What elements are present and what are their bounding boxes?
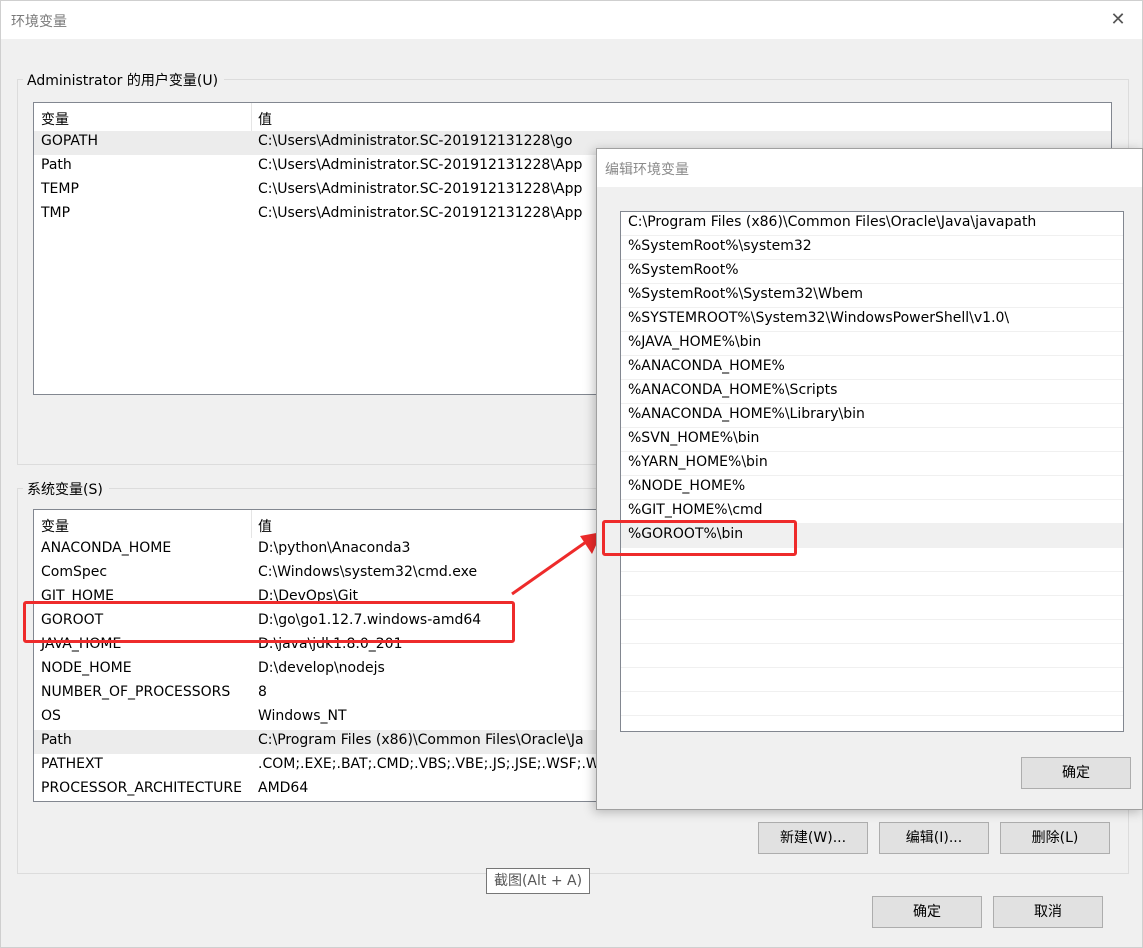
path-entry: %YARN_HOME%\bin bbox=[628, 454, 768, 470]
path-entry: %SVN_HOME%\bin bbox=[628, 430, 760, 446]
list-item[interactable]: %SystemRoot%\system32 bbox=[621, 236, 1123, 260]
variable-value: C:\Users\Administrator.SC-201912131228\A… bbox=[258, 157, 583, 173]
variable-value: C:\Users\Administrator.SC-201912131228\g… bbox=[258, 133, 573, 149]
list-item[interactable]: %ANACONDA_HOME%\Library\bin bbox=[621, 404, 1123, 428]
variable-name: GOPATH bbox=[41, 133, 98, 149]
cancel-button[interactable]: 取消 bbox=[993, 896, 1103, 928]
new-variable-button[interactable]: 新建(W)... bbox=[758, 822, 868, 854]
edit-environment-variable-dialog: 编辑环境变量 C:\Program Files (x86)\Common Fil… bbox=[596, 148, 1143, 810]
variable-value: 8 bbox=[258, 684, 267, 700]
path-entry: %GIT_HOME%\cmd bbox=[628, 502, 763, 518]
column-header-value[interactable]: 值 bbox=[258, 109, 272, 129]
variable-name: PATHEXT bbox=[41, 756, 103, 772]
annotation-arrow bbox=[511, 532, 602, 596]
path-entry: %JAVA_HOME%\bin bbox=[628, 334, 762, 350]
variable-name: ComSpec bbox=[41, 564, 108, 580]
system-variables-label: 系统变量(S) bbox=[23, 479, 109, 499]
list-item[interactable]: %YARN_HOME%\bin bbox=[621, 452, 1123, 476]
list-item[interactable]: %ANACONDA_HOME%\Scripts bbox=[621, 380, 1123, 404]
list-item[interactable]: %SYSTEMROOT%\System32\WindowsPowerShell\… bbox=[621, 308, 1123, 332]
variable-value: C:\Program Files (x86)\Common Files\Orac… bbox=[258, 732, 584, 748]
delete-variable-button[interactable]: 删除(L) bbox=[1000, 822, 1110, 854]
list-item[interactable]: %JAVA_HOME%\bin bbox=[621, 332, 1123, 356]
variable-name: PROCESSOR_ARCHITECTURE bbox=[41, 780, 242, 796]
variable-name: Path bbox=[41, 157, 72, 173]
path-entries-list[interactable]: C:\Program Files (x86)\Common Files\Orac… bbox=[620, 211, 1124, 732]
user-variables-label: Administrator 的用户变量(U) bbox=[23, 70, 225, 90]
empty-list-item[interactable] bbox=[621, 668, 1123, 692]
variable-value: D:\python\Anaconda3 bbox=[258, 540, 411, 556]
variable-value: C:\Windows\system32\cmd.exe bbox=[258, 564, 478, 580]
variable-value: C:\Users\Administrator.SC-201912131228\A… bbox=[258, 181, 583, 197]
variable-name: ANACONDA_HOME bbox=[41, 540, 172, 556]
variable-name: NODE_HOME bbox=[41, 660, 132, 676]
variable-value: C:\Users\Administrator.SC-201912131228\A… bbox=[258, 205, 583, 221]
empty-list-item[interactable] bbox=[621, 692, 1123, 716]
column-separator[interactable] bbox=[251, 510, 252, 538]
column-separator[interactable] bbox=[251, 103, 252, 131]
list-item[interactable]: %NODE_HOME% bbox=[621, 476, 1123, 500]
variable-value: D:\develop\nodejs bbox=[258, 660, 385, 676]
window-title: 环境变量 bbox=[11, 14, 67, 30]
goroot-bin-highlight-box bbox=[602, 520, 797, 556]
path-entry: %NODE_HOME% bbox=[628, 478, 746, 494]
empty-list-item[interactable] bbox=[621, 596, 1123, 620]
close-icon[interactable]: ✕ bbox=[1108, 9, 1128, 31]
ok-button[interactable]: 确定 bbox=[872, 896, 982, 928]
variable-name: OS bbox=[41, 708, 61, 724]
path-entry: %SystemRoot% bbox=[628, 262, 739, 278]
variable-name: Path bbox=[41, 732, 72, 748]
column-header-variable[interactable]: 变量 bbox=[41, 109, 69, 129]
path-entry: %ANACONDA_HOME%\Scripts bbox=[628, 382, 838, 398]
goroot-highlight-box bbox=[23, 601, 515, 643]
variable-value: AMD64 bbox=[258, 780, 309, 796]
edit-variable-button[interactable]: 编辑(I)... bbox=[879, 822, 989, 854]
list-item[interactable]: %SystemRoot% bbox=[621, 260, 1123, 284]
column-header-value[interactable]: 值 bbox=[258, 516, 272, 536]
list-item[interactable]: C:\Program Files (x86)\Common Files\Orac… bbox=[621, 212, 1123, 236]
variable-value: Windows_NT bbox=[258, 708, 347, 724]
empty-list-item[interactable] bbox=[621, 644, 1123, 668]
dialog-title: 编辑环境变量 bbox=[605, 162, 689, 178]
empty-list-item[interactable] bbox=[621, 572, 1123, 596]
column-header-variable[interactable]: 变量 bbox=[41, 516, 69, 536]
variable-value: .COM;.EXE;.BAT;.CMD;.VBS;.VBE;.JS;.JSE;.… bbox=[258, 756, 600, 772]
path-entry: %SystemRoot%\System32\Wbem bbox=[628, 286, 863, 302]
dialog-ok-button[interactable]: 确定 bbox=[1021, 757, 1131, 789]
variable-name: TEMP bbox=[41, 181, 79, 197]
path-entry: %ANACONDA_HOME%\Library\bin bbox=[628, 406, 865, 422]
path-entry: %SystemRoot%\system32 bbox=[628, 238, 812, 254]
list-header: 变量 值 bbox=[34, 103, 1111, 131]
title-bar: 环境变量 ✕ bbox=[1, 1, 1142, 39]
path-entry: %ANACONDA_HOME% bbox=[628, 358, 785, 374]
list-item[interactable]: %SystemRoot%\System32\Wbem bbox=[621, 284, 1123, 308]
list-item[interactable]: %ANACONDA_HOME% bbox=[621, 356, 1123, 380]
dialog-title-bar: 编辑环境变量 bbox=[597, 149, 1142, 187]
empty-list-item[interactable] bbox=[621, 620, 1123, 644]
path-entry: C:\Program Files (x86)\Common Files\Orac… bbox=[628, 214, 1037, 230]
list-item[interactable]: %SVN_HOME%\bin bbox=[621, 428, 1123, 452]
variable-name: TMP bbox=[41, 205, 71, 221]
screenshot-tooltip: 截图(Alt + A) bbox=[486, 868, 590, 894]
path-entry: %SYSTEMROOT%\System32\WindowsPowerShell\… bbox=[628, 310, 1010, 326]
variable-name: NUMBER_OF_PROCESSORS bbox=[41, 684, 231, 700]
